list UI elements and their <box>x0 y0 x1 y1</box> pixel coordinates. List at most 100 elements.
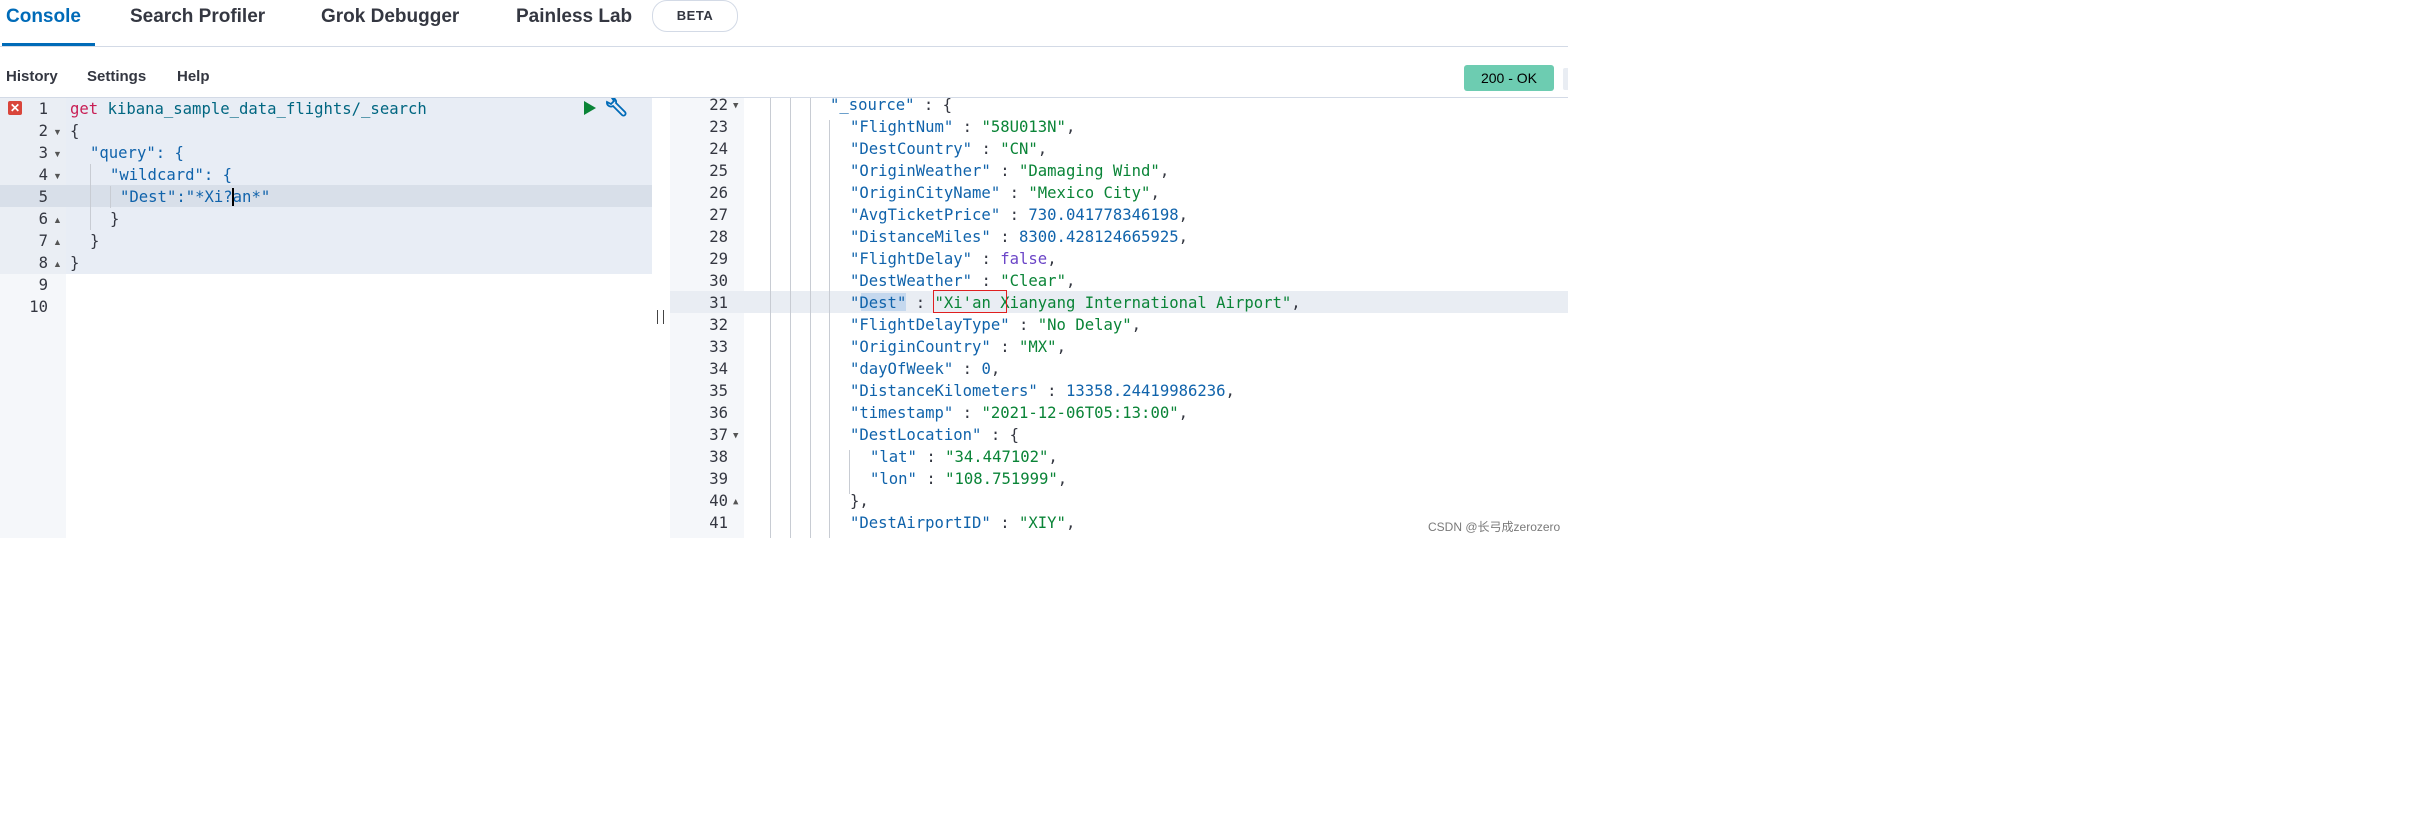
resize-handle-icon[interactable] <box>657 310 664 324</box>
line-number: 24 <box>709 140 728 158</box>
line-number: 8 <box>38 254 48 272</box>
field-key: "timestamp" <box>850 404 954 422</box>
field-key: "DistanceKilometers" <box>850 382 1038 400</box>
tab-console[interactable]: Console <box>6 0 81 46</box>
wrench-icon[interactable] <box>604 98 628 120</box>
watermark: CSDN @长弓成zerozero <box>1428 520 1561 534</box>
response-field: "Dest" : "Xi'an Xianyang International A… <box>850 294 1301 312</box>
line-number: 4 <box>38 166 48 184</box>
response-field: "AvgTicketPrice" : 730.041778346198, <box>850 206 1188 224</box>
code-line: "_source" : { <box>830 96 953 114</box>
response-field: }, <box>850 490 869 512</box>
fold-down-icon[interactable]: ▼ <box>53 171 62 181</box>
line-number: 39 <box>709 470 728 488</box>
field-value: "No Delay" <box>1037 316 1132 334</box>
tab-grok-debugger[interactable]: Grok Debugger <box>321 0 459 46</box>
fold-down-icon[interactable]: ▼ <box>53 127 62 137</box>
fold-down-icon[interactable]: ▼ <box>53 149 62 159</box>
code-line: "wildcard": { <box>110 164 232 186</box>
line-number: 5 <box>38 188 48 206</box>
code-line: "Dest":"*Xi?an*" <box>120 188 271 206</box>
wildcard-key: "wildcard": { <box>110 166 233 184</box>
indent-guide <box>770 98 771 538</box>
indent-guide <box>810 98 811 538</box>
request-path: kibana_sample_data_flights/_search <box>107 100 427 118</box>
line-number: 35 <box>709 382 728 400</box>
line-number: 26 <box>709 184 728 202</box>
line-number: 28 <box>709 228 728 246</box>
tab-painless-lab[interactable]: Painless Lab <box>516 0 632 46</box>
console-toolbar: History Settings Help <box>0 46 1568 98</box>
field-key: "OriginCityName" <box>850 184 1001 202</box>
field-key: "dayOfWeek" <box>850 360 954 378</box>
help-link[interactable]: Help <box>177 68 210 85</box>
code-line: { <box>70 122 80 140</box>
response-field: "dayOfWeek" : 0, <box>850 360 1001 378</box>
line-number: 2 <box>38 122 48 140</box>
settings-link[interactable]: Settings <box>87 68 146 85</box>
response-field: "OriginCityName" : "Mexico City", <box>850 184 1160 202</box>
line-number: 32 <box>709 316 728 334</box>
fold-up-icon[interactable]: ▲ <box>733 497 738 507</box>
response-field: "FlightDelay" : false, <box>850 250 1057 268</box>
line-number: 1 <box>38 100 48 118</box>
field-value: "Mexico City" <box>1028 184 1151 202</box>
field-value: "58U013N" <box>981 118 1066 136</box>
line-number: 22 <box>709 96 728 114</box>
response-field: "DestWeather" : "Clear", <box>850 272 1076 290</box>
line-number: 31 <box>709 294 728 312</box>
field-key: "lat" <box>870 448 917 466</box>
fold-up-icon[interactable]: ▲ <box>53 237 62 247</box>
status-badge: 200 - OK <box>1464 65 1554 91</box>
field-key: "DestAirportID" <box>850 514 991 532</box>
line-number: 40 <box>709 492 728 510</box>
line-number: 30 <box>709 272 728 290</box>
field-key: "OriginCountry" <box>850 338 991 356</box>
response-field: "FlightNum" : "58U013N", <box>850 118 1076 136</box>
line-number: 25 <box>709 162 728 180</box>
field-key: "Dest" <box>850 294 907 312</box>
fold-up-icon[interactable]: ▲ <box>53 259 62 269</box>
play-icon[interactable] <box>583 100 597 116</box>
response-field: "DistanceMiles" : 8300.428124665925, <box>850 228 1188 246</box>
field-key: "lon" <box>870 470 917 488</box>
field-key: "AvgTicketPrice" <box>850 206 1001 224</box>
line-number: 36 <box>709 404 728 422</box>
line-number: 23 <box>709 118 728 136</box>
field-value: false <box>1000 250 1048 268</box>
field-value: "Damaging Wind" <box>1019 162 1160 180</box>
field-key: "FlightDelay" <box>850 250 973 268</box>
field-value: "CN" <box>1000 140 1038 158</box>
response-field: "DestAirportID" : "XIY", <box>850 514 1076 532</box>
query-key: "query": { <box>90 144 184 162</box>
line-number: 7 <box>38 232 48 250</box>
history-link[interactable]: History <box>6 68 58 85</box>
tab-search-profiler[interactable]: Search Profiler <box>130 0 265 46</box>
fold-up-icon[interactable]: ▲ <box>53 215 62 225</box>
indent-guide <box>829 120 830 538</box>
annotation-highlight-box <box>933 290 1007 313</box>
beta-badge: BETA <box>652 0 738 32</box>
http-method: get <box>70 100 99 118</box>
toolbar-overflow-edge <box>1563 68 1568 90</box>
field-value: "34.447102" <box>945 448 1049 466</box>
field-value: "Clear" <box>1000 272 1066 290</box>
field-key: "FlightDelayType" <box>850 316 1010 334</box>
line-number: 29 <box>709 250 728 268</box>
line-number: 27 <box>709 206 728 224</box>
fold-down-icon[interactable]: ▼ <box>733 431 738 441</box>
indent-guide <box>790 98 791 538</box>
fold-down-icon[interactable]: ▼ <box>733 101 738 111</box>
field-value: "2021-12-06T05:13:00" <box>981 404 1179 422</box>
response-field: "lat" : "34.447102", <box>870 448 1058 466</box>
response-field: "FlightDelayType" : "No Delay", <box>850 316 1142 334</box>
dest-query-part1: "Dest":"*Xi <box>120 188 224 206</box>
field-key: "FlightNum" <box>850 118 954 136</box>
response-field: "OriginWeather" : "Damaging Wind", <box>850 162 1170 180</box>
line-number: 6 <box>38 210 48 228</box>
active-line <box>0 185 652 207</box>
field-value: 8300.428124665925 <box>1019 228 1179 246</box>
line-number: 3 <box>38 144 48 162</box>
field-value: "XIY" <box>1019 514 1066 532</box>
line-number: 37 <box>709 426 728 444</box>
